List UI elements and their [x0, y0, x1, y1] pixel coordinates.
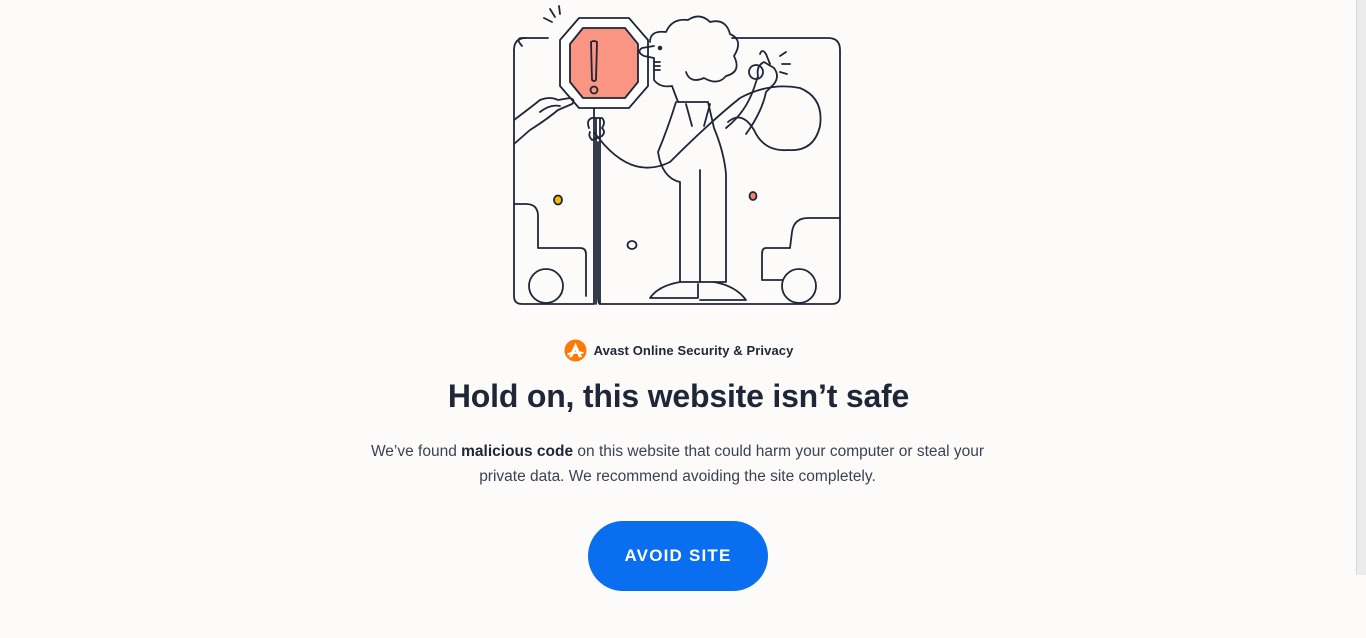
brand-name: Avast Online Security & Privacy — [593, 342, 794, 358]
stop-sign-illustration — [513, 5, 841, 305]
brand-header: Avast Online Security & Privacy — [0, 337, 1357, 363]
warning-page: Avast Online Security & Privacy Hold on,… — [0, 0, 1366, 638]
page-title: Hold on, this website isn’t safe — [447, 378, 910, 414]
avast-logo-icon — [564, 338, 587, 362]
warning-description: We’ve found malicious code on this websi… — [360, 439, 995, 489]
description-highlight: malicious code — [461, 443, 574, 460]
vertical-scrollbar[interactable] — [1356, 0, 1366, 575]
description-prefix: We’ve found — [370, 443, 462, 460]
avoid-site-button[interactable]: AVOID SITE — [588, 521, 768, 591]
